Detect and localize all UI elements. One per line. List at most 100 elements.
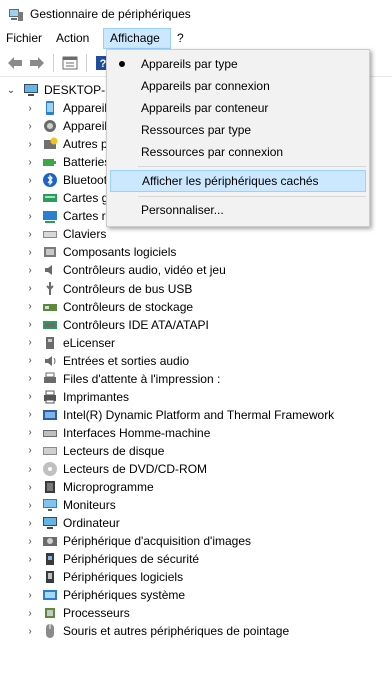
- tree-item[interactable]: › Bluetooth: [25, 171, 114, 189]
- menu-fichier[interactable]: Fichier: [0, 28, 50, 49]
- computer-icon: [24, 84, 38, 96]
- chevron-right-icon[interactable]: ›: [25, 586, 35, 604]
- tree-item[interactable]: › Intel(R) Dynamic Platform and Thermal F…: [25, 406, 334, 424]
- menu-affichage[interactable]: Affichage: [103, 28, 171, 49]
- tree-item-label: Cartes g: [63, 191, 109, 206]
- tree-item[interactable]: › Moniteurs: [25, 496, 116, 514]
- chevron-right-icon[interactable]: ›: [25, 117, 35, 135]
- tree-item[interactable]: › Imprimantes: [25, 388, 129, 406]
- chevron-right-icon[interactable]: ›: [25, 298, 35, 316]
- chevron-right-icon[interactable]: ›: [25, 514, 35, 532]
- disk-drive-icon: [43, 446, 57, 455]
- storage-controller-icon: [43, 303, 57, 311]
- chevron-right-icon[interactable]: ›: [25, 352, 35, 370]
- properties-button[interactable]: [59, 52, 81, 74]
- chevron-right-icon[interactable]: ›: [25, 243, 35, 261]
- menu-item-appareils-par-conteneur[interactable]: Appareils par conteneur: [110, 97, 366, 119]
- tree-item-label: Souris et autres périphériques de pointa…: [63, 624, 290, 639]
- tree-item[interactable]: › Interfaces Homme-machine: [25, 424, 210, 442]
- chevron-right-icon[interactable]: ›: [25, 388, 35, 406]
- processor-icon: [45, 608, 55, 619]
- chevron-right-icon[interactable]: ›: [25, 568, 35, 586]
- chevron-right-icon[interactable]: ›: [25, 316, 35, 334]
- tree-item[interactable]: › Souris et autres périphériques de point…: [25, 622, 289, 640]
- chevron-right-icon[interactable]: ›: [25, 478, 35, 496]
- chevron-right-icon[interactable]: ›: [25, 153, 35, 171]
- imaging-device-icon: [43, 537, 57, 547]
- tree-item-label: Lecteurs de disque: [63, 443, 165, 458]
- chevron-right-icon[interactable]: ›: [25, 406, 35, 424]
- tree-item-label: Contrôleurs de stockage: [63, 299, 194, 314]
- tree-item[interactable]: › Appareils: [25, 99, 113, 117]
- tree-item[interactable]: › Entrées et sorties audio: [25, 352, 189, 370]
- tree-item[interactable]: › Lecteurs de disque: [25, 442, 164, 460]
- menu-item-appareils-par-type[interactable]: Appareils par type: [110, 53, 366, 75]
- tree-item-label: Entrées et sorties audio: [63, 353, 190, 368]
- tree-item[interactable]: › Ordinateur: [25, 514, 120, 532]
- chevron-right-icon[interactable]: ›: [25, 99, 35, 117]
- menu-help[interactable]: ?: [171, 28, 191, 49]
- chevron-right-icon[interactable]: ›: [25, 135, 35, 153]
- audio-io-icon: [45, 355, 56, 366]
- tree-item[interactable]: › Périphériques logiciels: [25, 568, 183, 586]
- title-bar: Gestionnaire de périphériques: [0, 0, 392, 28]
- chevron-right-icon[interactable]: ›: [25, 604, 35, 622]
- hid-icon: [43, 429, 57, 437]
- tree-item[interactable]: › Périphériques système: [25, 586, 185, 604]
- menu-item-label: Ressources par type: [141, 123, 252, 137]
- tree-item[interactable]: › Contrôleurs IDE ATA/ATAPI: [25, 316, 209, 334]
- tree-item[interactable]: › Autres p: [25, 135, 107, 153]
- phone-icon: [46, 101, 54, 115]
- speaker-icon: [45, 265, 52, 276]
- battery-icon: [43, 159, 56, 167]
- back-button[interactable]: [4, 52, 26, 74]
- chevron-right-icon[interactable]: ›: [25, 370, 35, 388]
- tree-item[interactable]: › Contrôleurs de stockage: [25, 298, 193, 316]
- chevron-right-icon[interactable]: ›: [25, 550, 35, 568]
- chevron-right-icon[interactable]: ›: [25, 424, 35, 442]
- tree-item[interactable]: › Cartes g: [25, 189, 108, 207]
- menu-item-afficher-peripheriques-caches[interactable]: Afficher les périphériques cachés: [110, 170, 366, 192]
- chevron-right-icon[interactable]: ›: [25, 225, 35, 243]
- menu-item-ressources-par-type[interactable]: Ressources par type: [110, 119, 366, 141]
- chevron-right-icon[interactable]: ›: [25, 334, 35, 352]
- chevron-right-icon[interactable]: ›: [25, 171, 35, 189]
- tree-item-label: Périphérique d'acquisition d'images: [63, 534, 252, 549]
- tree-item[interactable]: › Processeurs: [25, 604, 129, 622]
- tree-item[interactable]: › Lecteurs de DVD/CD-ROM: [25, 460, 207, 478]
- tree-item-label: Moniteurs: [63, 498, 116, 513]
- chevron-right-icon[interactable]: ›: [25, 189, 35, 207]
- network-adapter-icon: [43, 211, 57, 224]
- tree-item[interactable]: › Files d'attente à l'impression :: [25, 370, 220, 388]
- tree-item[interactable]: › eLicenser: [25, 334, 115, 352]
- menu-item-ressources-par-connexion[interactable]: Ressources par connexion: [110, 141, 366, 163]
- menu-item-personnaliser[interactable]: Personnaliser...: [110, 199, 366, 221]
- ide-controller-icon: [43, 320, 57, 329]
- chevron-right-icon[interactable]: ›: [25, 622, 35, 640]
- tree-item[interactable]: › Appareils: [25, 117, 113, 135]
- chevron-down-icon[interactable]: ⌄: [6, 81, 16, 99]
- tree-item[interactable]: › Contrôleurs audio, vidéo et jeu: [25, 261, 225, 279]
- tree-root[interactable]: ⌄ DESKTOP-M: [6, 81, 115, 99]
- tree-item[interactable]: › Périphériques de sécurité: [25, 550, 199, 568]
- chevron-right-icon[interactable]: ›: [25, 496, 35, 514]
- tree-item[interactable]: › Contrôleurs de bus USB: [25, 280, 192, 298]
- menu-action[interactable]: Action: [50, 28, 103, 49]
- chevron-right-icon[interactable]: ›: [25, 532, 35, 550]
- device-manager-icon: [9, 9, 23, 21]
- chevron-right-icon[interactable]: ›: [25, 442, 35, 460]
- tree-item[interactable]: › Batteries: [25, 153, 110, 171]
- tree-item[interactable]: › Périphérique d'acquisition d'images: [25, 532, 251, 550]
- menu-item-appareils-par-connexion[interactable]: Appareils par connexion: [110, 75, 366, 97]
- tree-item-label: Ordinateur: [63, 516, 120, 531]
- chevron-right-icon[interactable]: ›: [25, 261, 35, 279]
- unknown-device-icon: [44, 137, 58, 150]
- tree-item[interactable]: › Cartes r: [25, 207, 106, 225]
- chevron-right-icon[interactable]: ›: [25, 460, 35, 478]
- forward-button[interactable]: [26, 52, 48, 74]
- tree-item[interactable]: › Composants logiciels: [25, 243, 176, 261]
- chevron-right-icon[interactable]: ›: [25, 207, 35, 225]
- tree-item[interactable]: › Claviers: [25, 225, 106, 243]
- tree-item[interactable]: › Microprogramme: [25, 478, 153, 496]
- chevron-right-icon[interactable]: ›: [25, 280, 35, 298]
